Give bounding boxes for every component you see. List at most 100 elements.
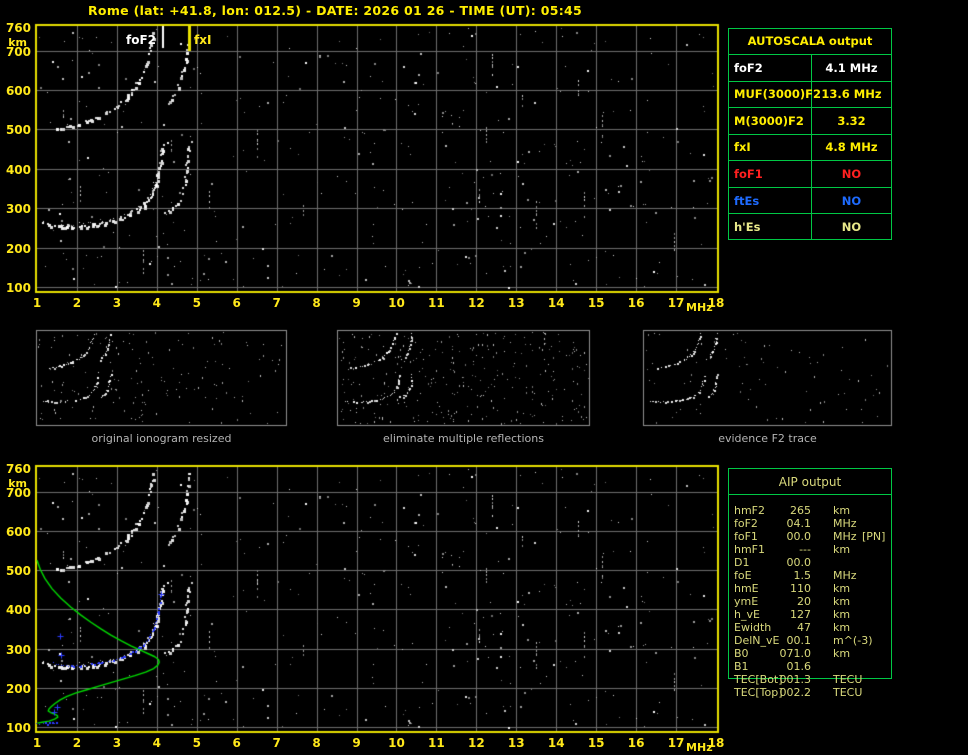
aip-row: Ewidth 47 km [729,621,893,634]
table-row: foF1 NO [729,160,891,187]
param-value: NO [841,220,862,235]
x-tick-label: 2 [72,736,82,750]
param-value: 13.6 MHz [821,87,882,102]
aip-param-label: D1 [734,556,750,569]
param-value: 3.32 [837,113,866,128]
y-tick-label: 100 [5,281,31,295]
aip-param-label: B1 [734,660,749,673]
x-tick-label: 3 [112,296,122,310]
x-axis-unit-label: MHz [686,301,713,314]
x-tick-label: 6 [232,736,241,750]
aip-row: foF2 04.1 MHz [729,517,893,530]
x-tick-label: 4 [152,296,161,310]
param-value: 4.8 MHz [825,140,878,155]
aip-param-unit: MHz [833,517,857,530]
y-tick-label: 200 [5,241,31,256]
table-row: MUF(3000)F2 13.6 MHz [729,80,891,108]
y-tick-label: 400 [5,603,31,618]
aip-row: h_vE 127 km [729,608,893,621]
thumbnail-caption: eliminate multiple reflections [383,432,544,445]
aip-param-unit: km [833,647,851,660]
y-tick-label: 600 [5,524,31,539]
autoscala-panel-title: AUTOSCALA output [747,34,873,48]
aip-param-label: B0 [734,647,749,660]
x-tick-label: 1 [32,296,42,310]
aip-param-value: 127 [790,608,811,621]
y-tick-label: 760 [5,462,31,476]
aip-param-label: ymE [734,595,759,608]
y-tick-label: 760 [5,21,31,35]
aip-row: TEC[Top] 002.2 TECU [729,686,893,699]
y-tick-label: 400 [5,162,31,177]
y-tick-label: 600 [5,84,31,99]
aip-param-value: 01.6 [786,660,812,673]
x-tick-label: 11 [428,736,445,750]
y-tick-label: 300 [5,642,31,657]
x-tick-label: 8 [312,736,321,750]
x-tick-label: 11 [428,296,445,310]
table-row: foF2 4.1 MHz [729,54,891,81]
thumbnail-caption: evidence F2 trace [718,432,817,445]
aip-param-unit: MHz [833,569,857,582]
x-tick-label: 10 [388,296,405,310]
aip-param-value: 00.0 [786,530,812,543]
param-label: ftEs [729,187,812,214]
x-tick-label: 7 [272,736,281,750]
aip-row: D1 00.0 [729,556,893,569]
x-tick-label: 15 [587,296,605,310]
y-axis-unit-label: km [8,477,27,490]
x-tick-label: 5 [192,736,201,750]
aip-param-unit: km [833,608,851,621]
y-tick-label: 200 [5,681,31,696]
thumbnail-caption: original ionogram resized [91,432,232,445]
autoscala-output-panel: AUTOSCALA output foF2 4.1 MHz MUF(3000)F2 1… [728,28,892,240]
aip-param-value: 001.3 [779,673,812,686]
x-tick-label: 16 [627,736,645,750]
aip-param-unit: TECU [833,686,863,699]
aip-row: B0 071.0 km [729,647,893,660]
aip-param-value: 265 [790,504,811,517]
aip-row: hmF2 265 km [729,504,893,517]
y-tick-label: 100 [5,721,31,735]
aip-row: foF1 00.0 MHz [PN] [729,530,893,543]
x-tick-label: 12 [467,736,485,750]
x-tick-label: 3 [112,736,122,750]
x-tick-label: 13 [507,296,525,310]
param-label: foF2 [729,55,812,81]
aip-param-value: --- [799,543,811,556]
param-value: NO [841,193,862,208]
table-row: h'Es NO [729,213,891,240]
x-tick-label: 1 [32,736,42,750]
table-row: ftEs NO [729,186,891,214]
param-label: h'Es [729,214,812,240]
aip-param-unit: km [833,621,851,634]
x-tick-label: 10 [388,736,405,750]
x-tick-label: 12 [467,296,485,310]
fxi-marker-label: fxI [194,33,212,47]
aip-param-value: 002.2 [779,686,812,699]
aip-row: hmE 110 km [729,582,893,595]
aip-param-label: foE [734,569,752,582]
x-tick-label: 17 [667,296,685,310]
y-tick-label: 500 [5,123,31,138]
aip-param-value: 47 [797,621,811,634]
aip-param-unit: km [833,595,851,608]
aip-param-label: foF2 [734,517,758,530]
aip-param-unit: MHz [833,530,857,543]
aip-row: B1 01.6 [729,660,893,673]
x-tick-label: 2 [72,296,82,310]
aip-row: ymE 20 km [729,595,893,608]
aip-param-note: [PN] [862,530,886,543]
x-tick-label: 17 [667,736,685,750]
x-tick-label: 14 [547,736,565,750]
x-tick-label: 9 [352,736,361,750]
aip-param-value: 071.0 [779,647,812,660]
fof2-marker-label: foF2 [125,33,156,47]
x-tick-label: 5 [192,296,201,310]
aip-param-unit: km [833,543,851,556]
aip-param-value: 20 [797,595,811,608]
autoscala-rows: foF2 4.1 MHz MUF(3000)F2 13.6 MHz M(3000)F2 3… [729,54,891,240]
param-label: foF1 [729,161,812,187]
x-tick-label: 13 [507,736,525,750]
x-tick-label: 14 [547,296,565,310]
